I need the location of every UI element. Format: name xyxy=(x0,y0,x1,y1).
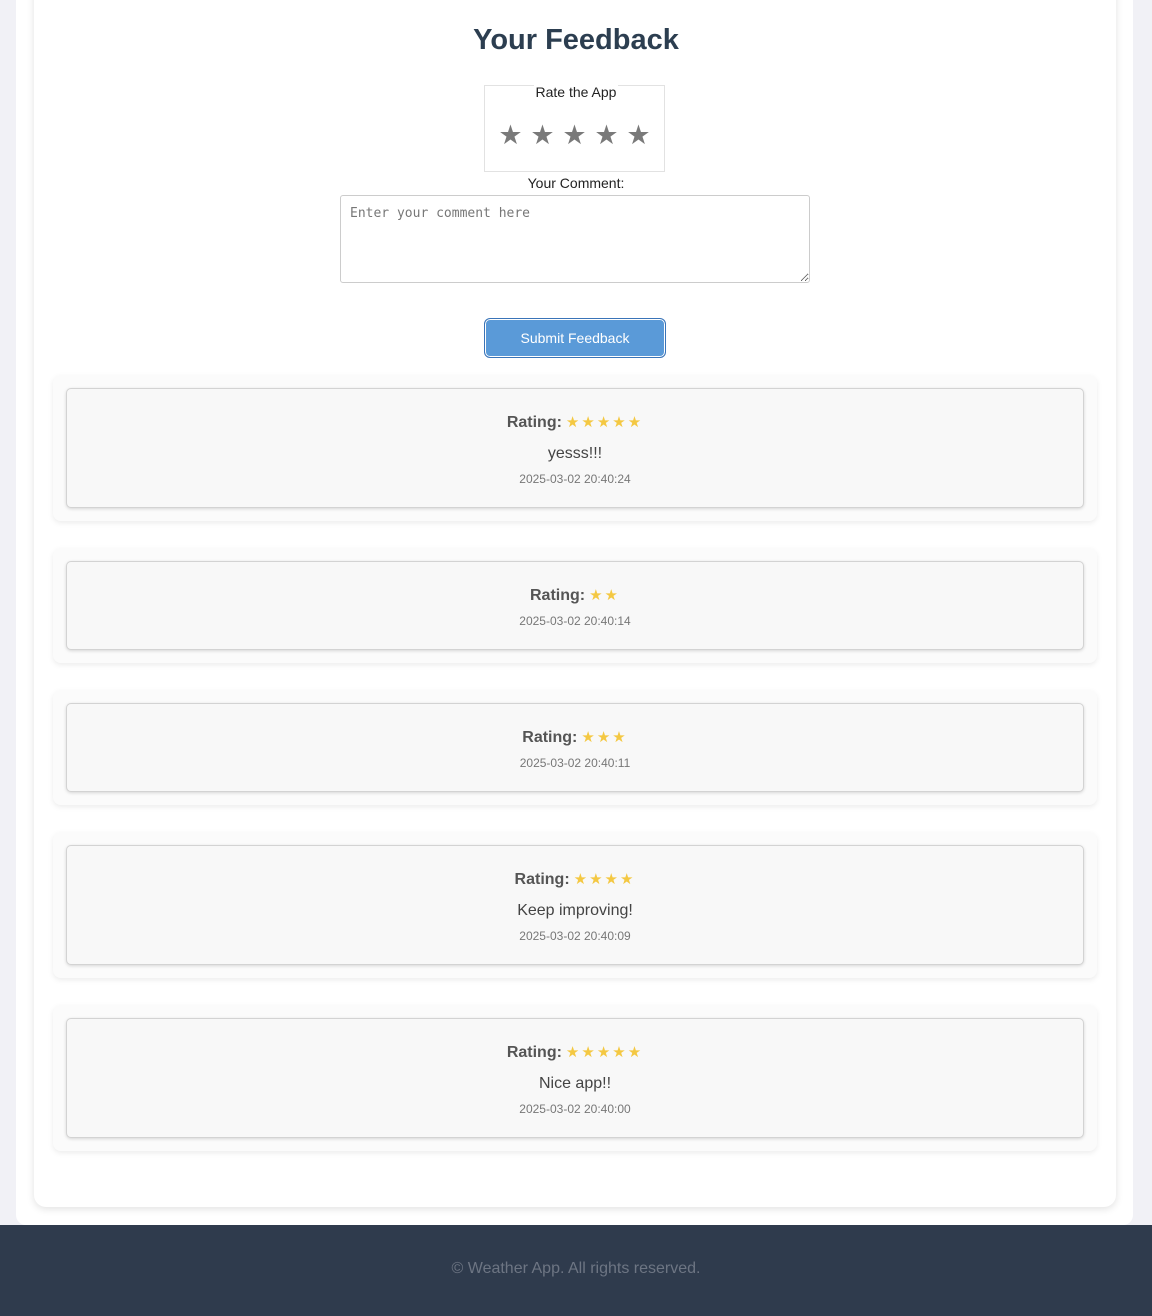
star-2-icon[interactable]: ★ xyxy=(529,119,556,153)
comment-label: Your Comment: xyxy=(527,175,625,191)
rating-legend: Rate the App xyxy=(0,84,1152,100)
star-1-icon[interactable]: ★ xyxy=(497,119,524,153)
rating-stars-icon: ★★★★★ xyxy=(565,1043,644,1061)
feedback-card: Rating: ★★★★★ yesss!!! 2025-03-02 20:40:2… xyxy=(66,388,1084,508)
rating-line: Rating: ★★★★★ xyxy=(67,411,1083,434)
feedback-timestamp: 2025-03-02 20:40:24 xyxy=(519,472,631,486)
rating-stars-icon: ★★★ xyxy=(581,728,628,746)
rating-stars-icon: ★★ xyxy=(589,586,620,604)
feedback-timestamp: 2025-03-02 20:40:09 xyxy=(519,929,631,943)
rating-line: Rating: ★★★★ xyxy=(67,868,1083,891)
feedback-list: Rating: ★★★★★ yesss!!! 2025-03-02 20:40:2… xyxy=(53,375,1097,1178)
rating-label: Rating: xyxy=(529,587,586,604)
feedback-timestamp: 2025-03-02 20:40:00 xyxy=(519,1102,631,1116)
submit-feedback-button[interactable]: Submit Feedback xyxy=(484,318,666,358)
feedback-item: Rating: ★★★★★ yesss!!! 2025-03-02 20:40:2… xyxy=(53,375,1097,521)
comment-input[interactable] xyxy=(340,195,810,283)
feedback-card: Rating: ★★★★ Keep improving! 2025-03-02 2… xyxy=(66,845,1084,965)
feedback-item: Rating: ★★★★★ Nice app!! 2025-03-02 20:40… xyxy=(53,1005,1097,1151)
footer-copyright: © Weather App. All rights reserved. xyxy=(451,1260,701,1277)
feedback-item: Rating: ★★ 2025-03-02 20:40:14 xyxy=(53,548,1097,663)
page-title: Your Feedback xyxy=(473,24,679,56)
rating-label: Rating: xyxy=(522,729,578,746)
rating-line: Rating: ★★ xyxy=(67,584,1083,607)
feedback-timestamp: 2025-03-02 20:40:14 xyxy=(519,614,631,628)
star-5-icon[interactable]: ★ xyxy=(625,119,652,153)
feedback-item: Rating: ★★★ 2025-03-02 20:40:11 xyxy=(53,690,1097,805)
feedback-card: Rating: ★★ 2025-03-02 20:40:14 xyxy=(66,561,1084,650)
feedback-comment: Keep improving! xyxy=(517,902,633,919)
rating-label: Rating: xyxy=(506,1044,562,1061)
rating-label: Rating: xyxy=(514,871,570,888)
feedback-comment: Nice app!! xyxy=(538,1075,612,1092)
feedback-comment: yesss!!! xyxy=(547,445,603,462)
feedback-card: Rating: ★★★ 2025-03-02 20:40:11 xyxy=(66,703,1084,792)
feedback-timestamp: 2025-03-02 20:40:11 xyxy=(519,756,631,770)
feedback-item: Rating: ★★★★ Keep improving! 2025-03-02 2… xyxy=(53,832,1097,978)
rating-stars-icon: ★★★★ xyxy=(573,870,636,888)
site-footer: © Weather App. All rights reserved. xyxy=(0,1225,1152,1316)
rating-line: Rating: ★★★★★ xyxy=(67,1041,1083,1064)
star-3-icon[interactable]: ★ xyxy=(561,119,588,153)
rating-stars-icon: ★★★★★ xyxy=(565,413,644,431)
star-rating-input: ★ ★ ★ ★ ★ xyxy=(484,119,665,153)
feedback-card: Rating: ★★★★★ Nice app!! 2025-03-02 20:40… xyxy=(66,1018,1084,1138)
rating-label: Rating: xyxy=(506,414,562,431)
rating-line: Rating: ★★★ xyxy=(67,726,1083,749)
star-4-icon[interactable]: ★ xyxy=(593,119,620,153)
rating-legend-text: Rate the App xyxy=(533,84,619,100)
